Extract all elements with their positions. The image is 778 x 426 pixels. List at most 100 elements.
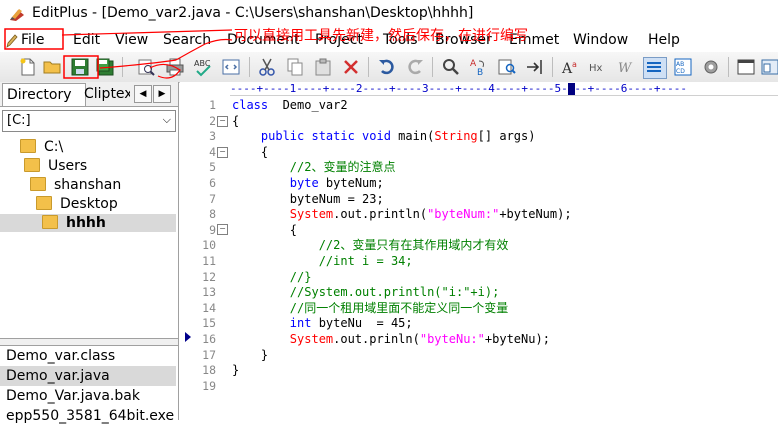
open-folder-icon xyxy=(42,215,58,229)
toolbar-separator xyxy=(249,57,250,77)
pane-splitter[interactable] xyxy=(0,338,178,346)
code-line[interactable]: byteNum = 23; xyxy=(232,192,384,208)
code-token: class xyxy=(232,98,269,112)
code-line[interactable]: System.out.prinln("byteNu:"+byteNu); xyxy=(232,332,550,348)
file-item[interactable]: Demo_var.class xyxy=(6,346,176,366)
preferences-icon[interactable] xyxy=(701,57,721,77)
code-line[interactable]: //同一个租用域里面不能定义同一个变量 xyxy=(232,301,508,317)
code-line[interactable]: { xyxy=(232,223,297,239)
undo-icon[interactable] xyxy=(377,57,397,77)
line-number: 6 xyxy=(209,176,216,190)
sidebar-tabs: Directory Cliptext ◀ ▶ xyxy=(0,82,178,107)
code-token: String xyxy=(434,129,478,144)
line-number: 18 xyxy=(202,363,216,378)
new-file-icon[interactable] xyxy=(18,57,38,77)
tree-item-hhhh[interactable]: hhhh xyxy=(0,214,176,232)
save-all-icon[interactable] xyxy=(95,57,115,77)
toolbar-separator xyxy=(552,57,553,77)
tree-item-desktop[interactable]: Desktop xyxy=(36,195,118,213)
find-in-files-icon[interactable] xyxy=(497,57,517,77)
browser-preview-icon[interactable] xyxy=(221,57,241,77)
menu-edit[interactable]: Edit xyxy=(73,32,100,48)
tab-cliptext[interactable]: Cliptext xyxy=(80,83,130,105)
code-line[interactable]: } xyxy=(232,348,268,364)
toolbar: ABC AB Aa Hx W AB CD xyxy=(0,52,778,83)
code-line[interactable]: System.out.println("byteNum:"+byteNum); xyxy=(232,207,572,223)
code-token: System xyxy=(289,207,334,222)
tab-directory[interactable]: Directory xyxy=(2,83,86,106)
menu-window[interactable]: Window xyxy=(573,32,628,48)
redo-icon[interactable] xyxy=(405,57,425,77)
svg-text:CD: CD xyxy=(676,68,685,75)
find-icon[interactable] xyxy=(441,57,461,77)
line-numbers-icon[interactable] xyxy=(643,57,667,79)
code-line[interactable]: } xyxy=(232,363,239,379)
menu-help[interactable]: Help xyxy=(648,32,680,48)
code-line[interactable]: { xyxy=(232,145,268,161)
code-line[interactable]: class Demo_var2 xyxy=(232,98,348,114)
paste-icon[interactable] xyxy=(313,57,333,77)
font-icon[interactable]: Aa xyxy=(561,57,581,77)
code-token: "byteNum:" xyxy=(427,207,500,222)
replace-icon[interactable]: AB xyxy=(469,57,489,77)
code-token: Demo_var2 xyxy=(268,98,348,112)
word-wrap-icon[interactable]: W xyxy=(617,57,637,77)
tab-scroll-right-icon[interactable]: ▶ xyxy=(153,85,171,103)
file-item[interactable]: epp550_3581_64bit.exe xyxy=(6,406,176,426)
folder-icon xyxy=(36,196,52,210)
line-number: 9 xyxy=(209,222,216,237)
column-select-icon[interactable]: AB CD xyxy=(673,57,693,77)
code-line[interactable]: //2、变量的注意点 xyxy=(232,160,396,176)
code-line[interactable]: //} xyxy=(232,270,312,286)
code-token: } xyxy=(232,347,269,362)
print-icon[interactable] xyxy=(165,57,185,77)
ruler-cursor-marker xyxy=(568,83,575,95)
code-token: [] args) xyxy=(477,129,536,144)
menu-search[interactable]: Search xyxy=(163,32,211,48)
tree-item-users[interactable]: Users xyxy=(24,157,87,175)
line-number: 5 xyxy=(209,160,216,175)
code-token: "byteNu:" xyxy=(419,332,485,346)
code-token: //2、变量的注意点 xyxy=(232,160,396,175)
line-number: 7 xyxy=(209,191,216,206)
code-line[interactable]: byte byteNum; xyxy=(232,176,384,192)
menu-view[interactable]: View xyxy=(115,32,148,48)
svg-text:a: a xyxy=(572,60,577,69)
code-editor[interactable]: ----+----1----+----2----+----3----+----4… xyxy=(180,82,778,420)
tree-item-c[interactable]: C:\ xyxy=(20,138,63,156)
line-number: 12 xyxy=(202,269,216,284)
fold-toggle-icon[interactable]: − xyxy=(217,147,228,158)
open-folder-icon[interactable] xyxy=(42,57,62,77)
tab-scroll-left-icon[interactable]: ◀ xyxy=(134,85,152,103)
hex-icon[interactable]: Hx xyxy=(589,57,609,77)
fold-toggle-icon[interactable]: − xyxy=(217,224,228,235)
copy-icon[interactable] xyxy=(285,57,305,77)
code-line[interactable]: //System.out.println("i:"+i); xyxy=(232,285,500,301)
line-number: 2 xyxy=(209,113,216,128)
file-item[interactable]: Demo_Var.java.bak xyxy=(6,386,176,406)
annotation-text: 可以直接用工具先新建，然后保存，在进行编写 xyxy=(234,28,528,44)
code-line[interactable]: { xyxy=(232,114,239,130)
svg-text:W: W xyxy=(618,61,633,76)
spell-check-icon[interactable]: ABC xyxy=(193,57,213,77)
file-item[interactable]: Demo_var.java xyxy=(0,366,176,386)
fold-toggle-icon[interactable]: − xyxy=(217,116,228,127)
save-icon[interactable] xyxy=(70,57,90,77)
line-number: 1 xyxy=(209,98,216,112)
drive-select[interactable]: [C:] ⌵ xyxy=(2,110,176,132)
print-preview-icon[interactable] xyxy=(136,57,156,77)
goto-icon[interactable] xyxy=(525,57,545,77)
window-icon[interactable] xyxy=(736,57,756,77)
code-line[interactable]: //int i = 34; xyxy=(232,254,413,270)
toolbar-separator xyxy=(368,57,369,77)
cut-icon[interactable] xyxy=(257,57,277,77)
code-line[interactable]: //2、变量只有在其作用域内才有效 xyxy=(232,238,509,254)
code-line[interactable]: public static void main(String[] args) xyxy=(232,129,536,145)
menu-file[interactable]: File xyxy=(6,32,44,48)
window2-icon[interactable] xyxy=(760,57,778,77)
delete-icon[interactable] xyxy=(341,57,361,77)
code-line[interactable]: int byteNu = 45; xyxy=(232,316,413,332)
code-token: byteNum; xyxy=(318,176,384,190)
tree-item-shanshan[interactable]: shanshan xyxy=(30,176,121,194)
